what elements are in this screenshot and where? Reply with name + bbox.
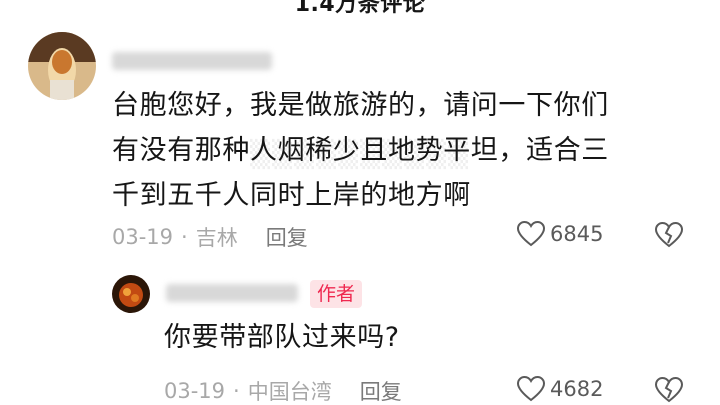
comment-section: 1.4万条评论 ▒▒▒▒▒▒▒▒▒▒ 台胞您好，我是做旅游的，请问一下你们 有没… bbox=[0, 0, 720, 405]
comment-line-2: 有没有那种人烟稀少且地势平坦，适合三 bbox=[112, 135, 609, 166]
author-avatar[interactable] bbox=[112, 275, 150, 313]
comment-date: 03-19 bbox=[112, 225, 174, 249]
comment-count-title: 1.4万条评论 bbox=[294, 0, 426, 17]
like-button[interactable]: 6845 bbox=[516, 220, 603, 248]
reply-button[interactable]: 回复 bbox=[266, 222, 308, 252]
comment-location: 吉林 bbox=[195, 226, 238, 250]
like-count: 6845 bbox=[550, 222, 604, 246]
author-badge: 作者 bbox=[310, 280, 363, 308]
comment-line-3: 千到五千人同时上岸的地方啊 bbox=[112, 180, 471, 211]
meta-separator: · bbox=[181, 225, 188, 249]
reply-dislike-button[interactable] bbox=[654, 376, 684, 405]
reply-location: 中国台湾 bbox=[247, 380, 332, 404]
author-name-blurred[interactable] bbox=[166, 284, 298, 302]
reply-like-button[interactable]: 4682 bbox=[516, 375, 603, 403]
reply-body: 你要带部队过来吗? bbox=[164, 322, 400, 353]
commenter-avatar[interactable] bbox=[28, 32, 96, 100]
meta-separator: · bbox=[233, 379, 240, 403]
reply-date: 03-19 bbox=[164, 379, 226, 403]
commenter-name-blurred[interactable] bbox=[112, 52, 272, 70]
reply-to-reply-button[interactable]: 回复 bbox=[360, 376, 402, 405]
heart-outline-icon bbox=[516, 220, 546, 247]
reply-like-count: 4682 bbox=[550, 377, 604, 401]
dislike-button[interactable] bbox=[654, 221, 684, 253]
comment-line-1: 台胞您好，我是做旅游的，请问一下你们 bbox=[112, 90, 609, 121]
broken-heart-icon bbox=[654, 376, 684, 403]
reply-meta: 03-19 · 中国台湾 回复 bbox=[164, 376, 402, 405]
comment-meta: 03-19 · 吉林 回复 bbox=[112, 222, 308, 252]
heart-outline-icon bbox=[516, 375, 546, 402]
comment-body: 台胞您好，我是做旅游的，请问一下你们 有没有那种人烟稀少且地势平坦，适合三 千到… bbox=[112, 83, 712, 218]
broken-heart-icon bbox=[654, 221, 684, 248]
